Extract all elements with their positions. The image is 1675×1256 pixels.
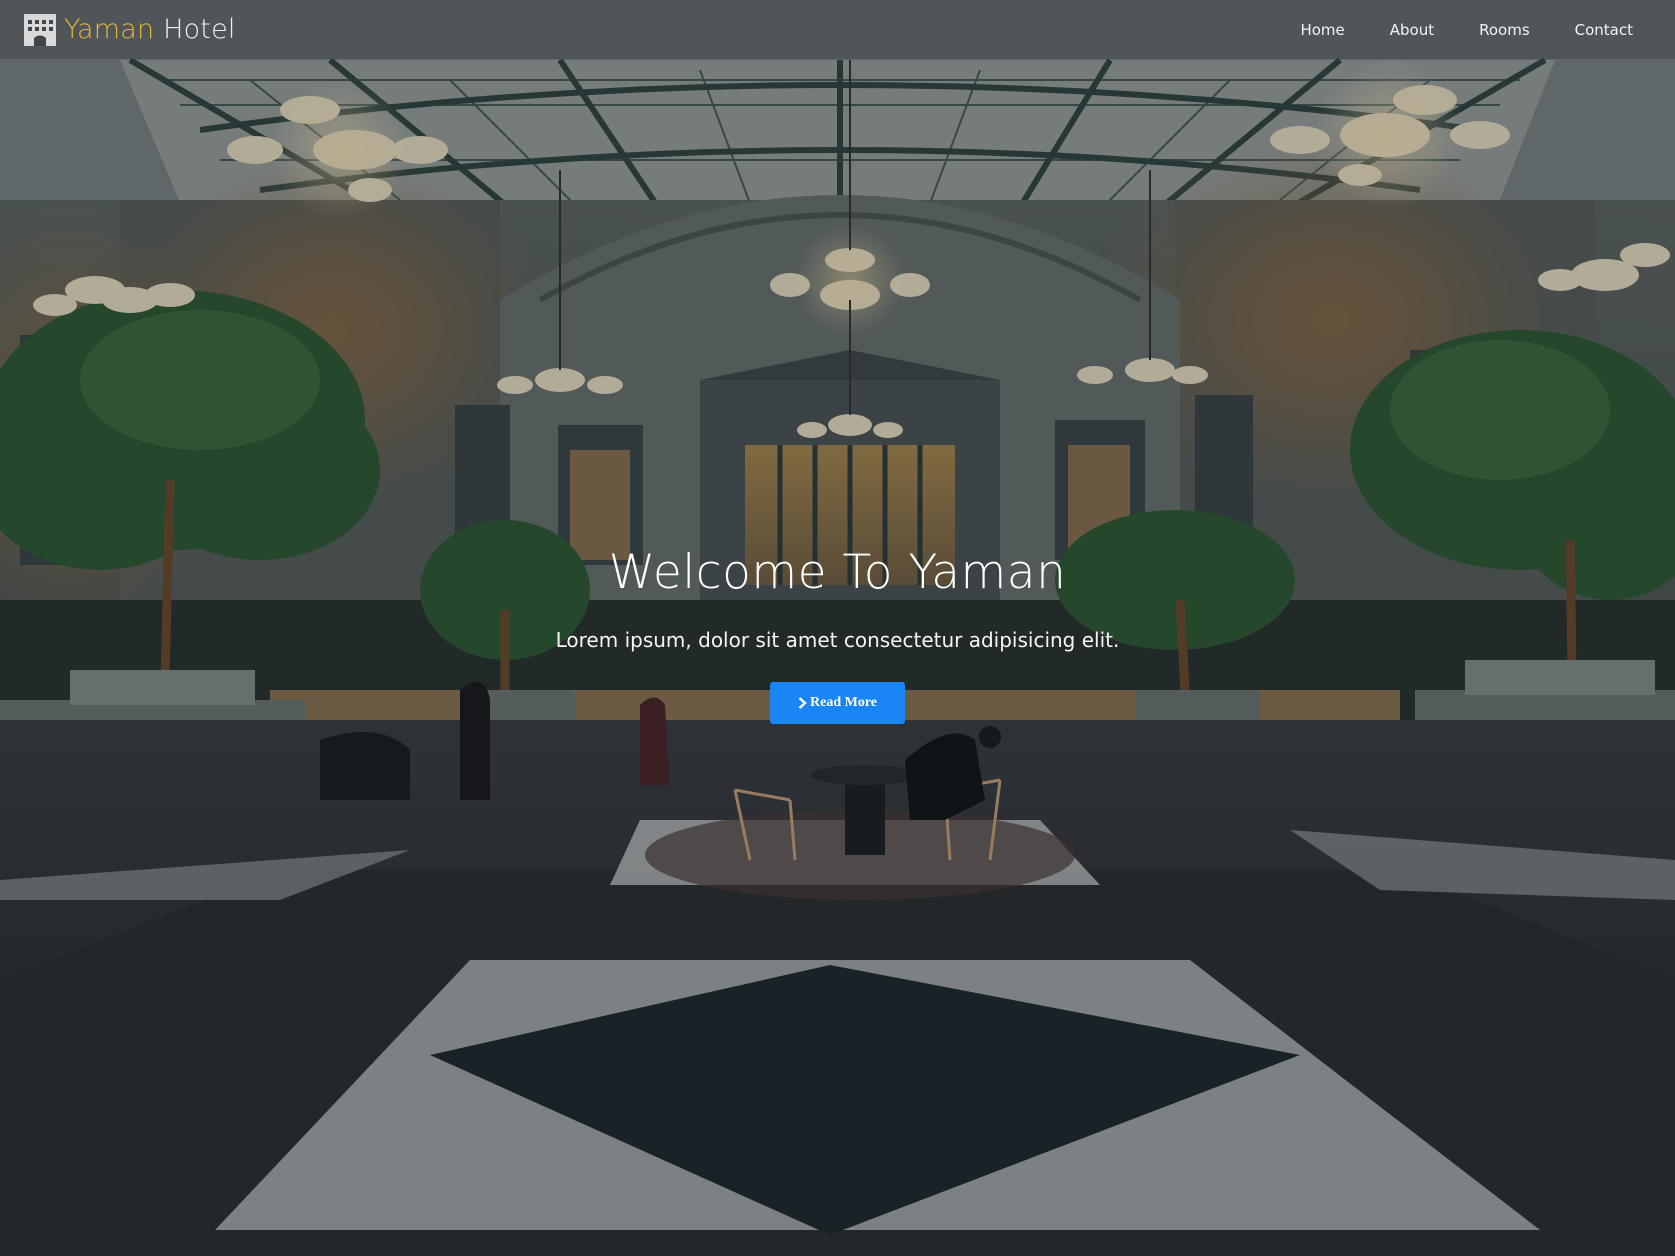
hotel-building-icon bbox=[24, 13, 56, 46]
brand-logo[interactable]: Yaman Hotel bbox=[24, 13, 236, 46]
brand-name-first: Yaman bbox=[64, 14, 155, 45]
hero-section: Yaman Hotel Home About Rooms Contact Wel… bbox=[0, 0, 1675, 1256]
nav-link-home[interactable]: Home bbox=[1300, 21, 1344, 39]
hero-subtitle: Lorem ipsum, dolor sit amet consectetur … bbox=[555, 628, 1120, 652]
brand-name: Yaman Hotel bbox=[64, 14, 236, 45]
navbar: Yaman Hotel Home About Rooms Contact bbox=[0, 0, 1675, 59]
nav-link-about[interactable]: About bbox=[1390, 21, 1434, 39]
hero-content: Welcome To Yaman Lorem ipsum, dolor sit … bbox=[0, 545, 1675, 724]
read-more-button[interactable]: Read More bbox=[770, 682, 905, 724]
nav-link-rooms[interactable]: Rooms bbox=[1479, 21, 1530, 39]
chevron-right-icon bbox=[798, 697, 807, 709]
nav-menu: Home About Rooms Contact bbox=[1300, 21, 1651, 39]
hero-title: Welcome To Yaman bbox=[608, 545, 1067, 600]
nav-link-contact[interactable]: Contact bbox=[1575, 21, 1633, 39]
brand-name-second: Hotel bbox=[163, 14, 236, 45]
read-more-label: Read More bbox=[810, 695, 877, 710]
